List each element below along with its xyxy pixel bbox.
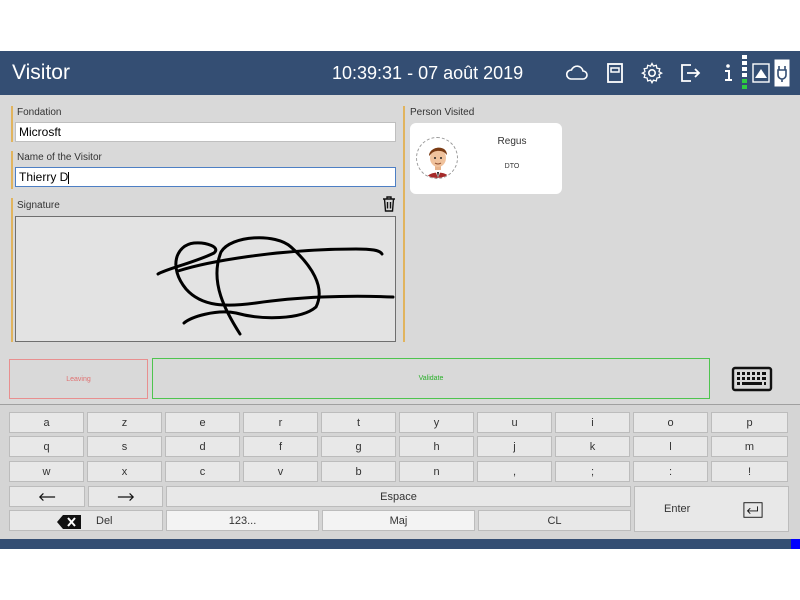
key[interactable]: y [399, 412, 474, 433]
key[interactable]: g [321, 436, 396, 457]
key[interactable]: a [9, 412, 84, 433]
key[interactable]: h [399, 436, 474, 457]
validate-button[interactable]: Validate [152, 358, 710, 399]
visitor-name-label: Name of the Visitor [17, 152, 102, 163]
signature-pad[interactable] [15, 216, 396, 342]
person-role: DTO [504, 163, 520, 170]
signature-drawing [156, 236, 395, 336]
key[interactable]: v [243, 461, 318, 482]
field-accent-bar [11, 151, 13, 189]
datetime-display: 10:39:31 - 07 août 2019 [332, 63, 524, 83]
key[interactable]: e [165, 412, 240, 433]
person-card[interactable]: Regus DTO [410, 123, 562, 194]
person-name: Regus [497, 136, 527, 147]
key[interactable]: b [321, 461, 396, 482]
key[interactable]: k [555, 436, 630, 457]
caps-lock-key[interactable]: CL [478, 510, 631, 531]
arrow-left-icon [38, 492, 56, 501]
key[interactable]: n [399, 461, 474, 482]
arrow-right-key[interactable] [88, 486, 163, 507]
key[interactable]: : [633, 461, 708, 482]
shift-key[interactable]: Maj [322, 510, 475, 531]
gear-icon[interactable] [640, 61, 664, 85]
delete-label: Del [96, 515, 113, 527]
key[interactable]: ! [711, 461, 788, 482]
signature-label: Signature [17, 200, 60, 211]
avatar [416, 137, 458, 179]
logout-icon[interactable] [678, 61, 702, 85]
backspace-icon [57, 515, 81, 529]
validate-label: Validate [418, 375, 444, 382]
trash-icon[interactable] [382, 196, 396, 212]
space-key[interactable]: Espace [166, 486, 631, 507]
footer-bar [0, 539, 800, 549]
visitor-name-field[interactable]: Thierry D [15, 167, 396, 187]
virtual-keyboard: a z e r t y u i o p q s d f g h j k l m w x c v b n,;:! Espace En… [0, 404, 800, 539]
page-title: Visitor [12, 61, 70, 84]
power-plug-icon [774, 59, 790, 87]
key[interactable]: f [243, 436, 318, 457]
key[interactable]: q [9, 436, 84, 457]
foundation-label: Fondation [17, 107, 62, 118]
visitor-app: Visitor 10:39:31 - 07 août 2019 Fondatio… [0, 51, 800, 549]
person-visited-label: Person Visited [410, 107, 475, 118]
info-icon[interactable] [716, 61, 740, 85]
key[interactable]: s [87, 436, 162, 457]
signal-icon [742, 55, 747, 91]
visitor-name-value: Thierry D [19, 170, 69, 184]
key[interactable]: l [633, 436, 708, 457]
key[interactable]: t [321, 412, 396, 433]
key[interactable]: j [477, 436, 552, 457]
numbers-key[interactable]: 123... [166, 510, 319, 531]
key[interactable]: x [87, 461, 162, 482]
key[interactable]: z [87, 412, 162, 433]
key[interactable]: c [165, 461, 240, 482]
field-accent-bar [11, 198, 13, 342]
network-icon [752, 63, 770, 83]
key[interactable]: w [9, 461, 84, 482]
enter-label: Enter [664, 503, 691, 515]
keyboard-toggle-icon[interactable] [731, 365, 773, 393]
key[interactable]: i [555, 412, 630, 433]
key[interactable]: ; [555, 461, 630, 482]
key[interactable]: , [477, 461, 552, 482]
field-accent-bar [11, 106, 13, 142]
foundation-field[interactable]: Microsft [15, 122, 396, 142]
footer-corner [791, 539, 800, 549]
cloud-icon[interactable] [565, 61, 589, 85]
leaving-button[interactable]: Leaving [9, 359, 148, 399]
key[interactable]: r [243, 412, 318, 433]
enter-key[interactable]: Enter [634, 486, 789, 532]
app-header: Visitor 10:39:31 - 07 août 2019 [0, 51, 800, 95]
text-caret [68, 171, 70, 184]
person-accent-bar [403, 106, 405, 342]
document-icon[interactable] [603, 61, 627, 85]
arrow-left-key[interactable] [9, 486, 85, 507]
key[interactable]: u [477, 412, 552, 433]
key[interactable]: m [711, 436, 788, 457]
enter-icon [743, 502, 763, 518]
key[interactable]: p [711, 412, 788, 433]
leaving-label: Leaving [66, 375, 91, 383]
key[interactable]: o [633, 412, 708, 433]
delete-key[interactable]: Del [9, 510, 163, 531]
key[interactable]: d [165, 436, 240, 457]
arrow-right-icon [117, 492, 134, 501]
